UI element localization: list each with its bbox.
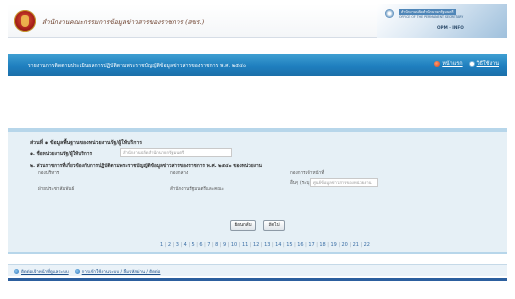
footer-strip	[8, 278, 507, 281]
home-link[interactable]: หน้าแรก	[434, 60, 463, 68]
page-link[interactable]: 22	[364, 242, 370, 248]
pagination: 1 | 2 | 3 | 4 | 5 | 6 | 7 | 8 | 9 | 10 | 11 | 12 | 13 | 14 | 15 | 16 | 1…	[160, 242, 370, 248]
agency-logo-icon[interactable]	[14, 10, 36, 32]
banner-links: หน้าแรก วิธีใช้งาน	[434, 60, 499, 68]
info-link[interactable]: การเข้าใช้งานระบบ / ลืมรหัสผ่าน / ติดต่อ	[74, 268, 161, 275]
info-dot-icon	[74, 269, 80, 274]
home-dot-icon	[434, 61, 441, 67]
column-admin: กองบริหาร	[38, 171, 60, 176]
page-title: รายงานการติดตามประเมินผลการปฏิบัติตามพระ…	[28, 63, 247, 69]
site-header: สำนักงานคณะกรรมการข้อมูลข่าวสารของราชการ…	[8, 4, 507, 38]
help-link-label: วิธีใช้งาน	[476, 61, 499, 67]
ministry-banner: สำนักงานปลัดสำนักนายกรัฐมนตรี OFFICE OF …	[377, 4, 507, 38]
form-panel: ส่วนที่ ๑ ข้อมูลพื้นฐานของหน่วยงานรัฐ/ผู…	[8, 128, 507, 254]
row-pr: ฝ่ายประชาสัมพันธ์	[38, 187, 75, 192]
help-dot-icon	[468, 61, 475, 67]
related-units-label: ๒. ส่วนราชการที่เกี่ยวข้องกับการปฏิบัติต…	[30, 164, 262, 169]
ministry-name-en: OFFICE OF THE PERMANENT SECRETARY	[399, 15, 464, 19]
contact-dot-icon	[14, 269, 19, 274]
next-button[interactable]: ถัดไป	[263, 220, 285, 231]
ministry-emblem-icon	[385, 9, 394, 18]
site-footer: ติดต่อเจ้าหน้าที่ดูแลระบบ การเข้าใช้งานร…	[8, 264, 507, 276]
help-link[interactable]: วิธีใช้งาน	[468, 60, 499, 68]
other-input[interactable]: ศูนย์ข้อมูลข่าวสารของหน่วยงาน	[310, 178, 378, 187]
section-title: ส่วนที่ ๑ ข้อมูลพื้นฐานของหน่วยงานรัฐ/ผู…	[30, 140, 143, 146]
agency-name-input[interactable]: สำนักงานปลัดสำนักนายกรัฐมนตรี	[120, 148, 232, 157]
other-label: อื่นๆ (ระบุ)	[290, 181, 312, 186]
page-banner: รายงานการติดตามประเมินผลการปฏิบัติตามพระ…	[8, 54, 507, 76]
footer-links: ติดต่อเจ้าหน้าที่ดูแลระบบ การเข้าใช้งานร…	[14, 268, 160, 275]
column-central: กองกลาง	[170, 171, 189, 176]
column-personnel: กองการเจ้าหน้าที่	[290, 171, 325, 176]
site-title: สำนักงานคณะกรรมการข้อมูลข่าวสารของราชการ…	[42, 18, 205, 26]
row-minister-office: สำนักงานรัฐมนตรีและคณะ	[170, 187, 224, 192]
back-button[interactable]: ย้อนกลับ	[230, 220, 256, 231]
agency-name-label: ๑. ชื่อหน่วยงานรัฐ/ผู้ให้บริการ	[30, 152, 93, 157]
contact-link-label: ติดต่อเจ้าหน้าที่ดูแลระบบ	[21, 270, 69, 275]
info-link-label: การเข้าใช้งานระบบ / ลืมรหัสผ่าน / ติดต่อ	[81, 270, 161, 275]
home-link-label: หน้าแรก	[442, 61, 463, 67]
contact-link[interactable]: ติดต่อเจ้าหน้าที่ดูแลระบบ	[14, 268, 69, 275]
ministry-tag: OPM · INFO	[437, 25, 464, 30]
